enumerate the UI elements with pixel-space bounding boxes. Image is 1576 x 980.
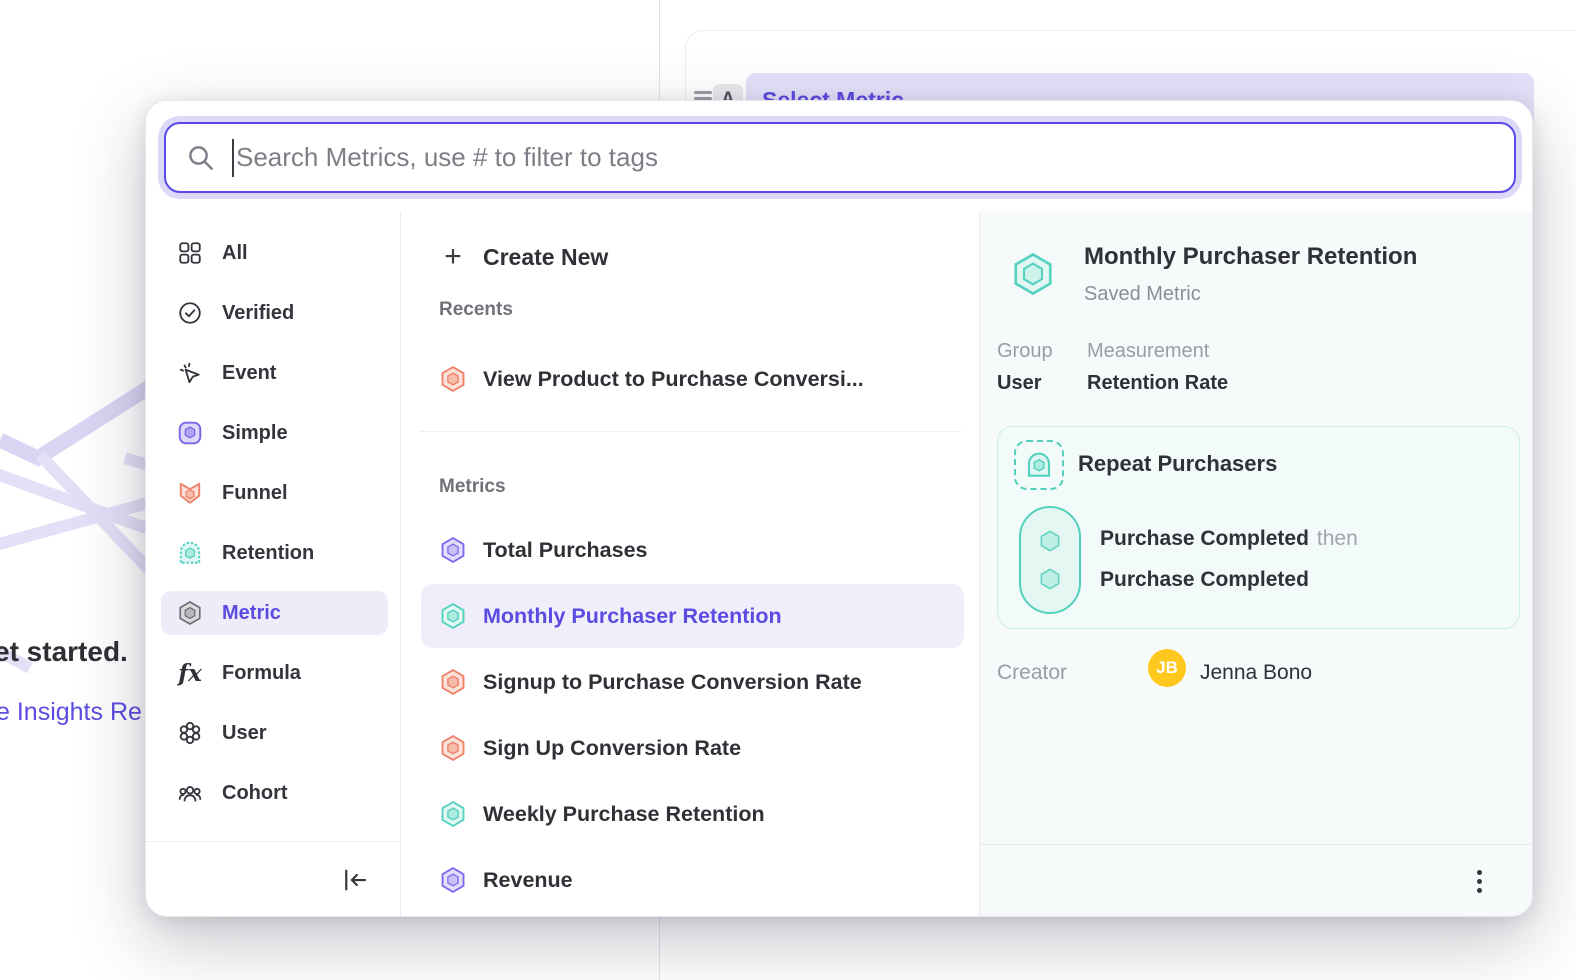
sidebar-item-label: Cohort [222, 782, 288, 805]
background-partial-insights-link[interactable]: e Insights Re [0, 698, 142, 727]
hexagon-teal-icon [439, 602, 467, 630]
metric-item-total-purchases[interactable]: Total Purchases [421, 518, 964, 582]
sidebar-item-label: Formula [222, 662, 301, 685]
creator-avatar: JB [1148, 649, 1186, 687]
category-sidebar: All Verified [146, 211, 401, 917]
saved-metric-hexagon-icon [1010, 251, 1056, 302]
metric-item-signup-to-purchase-conversion-rate[interactable]: Signup to Purchase Conversion Rate [421, 650, 964, 714]
sidebar-item-funnel[interactable]: Funnel [161, 471, 388, 515]
hexagon-coral-icon [439, 734, 467, 762]
sidebar-item-label: Metric [222, 602, 281, 625]
measurement-label: Measurement [1087, 340, 1209, 363]
search-icon [186, 143, 216, 173]
create-new-button[interactable]: + Create New [439, 235, 963, 279]
metric-picker-modal: All Verified [145, 100, 1533, 917]
metrics-heading: Metrics [439, 476, 963, 502]
metric-list-column: + Create New Recents View Product to Pur… [401, 211, 979, 917]
sidebar-item-metric[interactable]: Metric [161, 591, 388, 635]
definition-name: Repeat Purchasers [1078, 451, 1277, 477]
cohort-icon [176, 779, 204, 807]
sidebar-footer [146, 841, 400, 917]
sidebar-item-label: All [222, 242, 248, 265]
sidebar-item-label: Funnel [222, 482, 288, 505]
search-box [164, 122, 1516, 193]
hexagon-purple-icon [439, 866, 467, 894]
sidebar-item-label: User [222, 722, 266, 745]
plus-icon: + [439, 240, 467, 274]
hexagon-coral-icon [439, 365, 467, 393]
retention-definition-icon [1014, 440, 1064, 490]
hexagon-teal-icon [439, 800, 467, 828]
retention-metric-icon [176, 539, 204, 567]
sidebar-item-label: Event [222, 362, 276, 385]
metric-item-monthly-purchaser-retention[interactable]: Monthly Purchaser Retention [421, 584, 964, 648]
sidebar-item-label: Verified [222, 302, 294, 325]
query-builder-row: A Select Metric [685, 30, 1576, 105]
grid-icon [176, 239, 204, 267]
hexagon-coral-icon [439, 668, 467, 696]
metric-detail-panel: Monthly Purchaser Retention Saved Metric… [979, 211, 1533, 917]
step-connector: then [1317, 527, 1358, 550]
step-hexagon-icon [1037, 528, 1063, 554]
sidebar-item-user[interactable]: User [161, 711, 388, 755]
user-cluster-icon [176, 719, 204, 747]
sidebar-item-formula[interactable]: fx Formula [161, 651, 388, 695]
creator-label: Creator [997, 661, 1067, 685]
recents-heading: Recents [439, 299, 963, 325]
search-field-halo [158, 116, 1522, 199]
sidebar-item-event[interactable]: Event [161, 351, 388, 395]
step-capsule [1019, 506, 1081, 614]
metric-hexagon-icon [176, 599, 204, 627]
detail-subtitle: Saved Metric [1084, 283, 1201, 306]
measurement-value: Retention Rate [1087, 372, 1228, 395]
step-hexagon-icon [1037, 566, 1063, 592]
funnel-metric-icon [176, 479, 204, 507]
background-partial-heading: et started. [0, 636, 128, 668]
verified-badge-icon [176, 299, 204, 327]
metric-item-sign-up-conversion-rate[interactable]: Sign Up Conversion Rate [421, 716, 964, 780]
sidebar-item-label: Simple [222, 422, 288, 445]
creator-name: Jenna Bono [1200, 661, 1312, 685]
sidebar-item-label: Retention [222, 542, 314, 565]
search-input[interactable] [232, 139, 1494, 177]
sidebar-item-simple[interactable]: Simple [161, 411, 388, 455]
more-options-icon[interactable] [1464, 865, 1494, 899]
hexagon-purple-icon [439, 536, 467, 564]
sidebar-item-retention[interactable]: Retention [161, 531, 388, 575]
definition-step-2: Purchase Completed [1100, 568, 1309, 592]
sidebar-item-all[interactable]: All [161, 231, 388, 275]
cursor-click-icon [176, 359, 204, 387]
sidebar-item-verified[interactable]: Verified [161, 291, 388, 335]
recent-metric-item[interactable]: View Product to Purchase Conversi... [439, 357, 963, 401]
metric-item-weekly-purchase-retention[interactable]: Weekly Purchase Retention [421, 782, 964, 846]
list-divider [419, 431, 962, 432]
sidebar-item-cohort[interactable]: Cohort [161, 771, 388, 815]
metric-item-revenue[interactable]: Revenue [421, 848, 964, 912]
metric-definition-card: Repeat Purchasers Purchase Completedthen… [997, 426, 1520, 629]
detail-footer [980, 844, 1533, 917]
formula-icon: fx [176, 659, 204, 687]
group-value: User [997, 372, 1041, 395]
group-label: Group [997, 340, 1053, 363]
definition-step-1: Purchase Completedthen [1100, 527, 1358, 551]
detail-title: Monthly Purchaser Retention [1084, 243, 1417, 271]
simple-metric-icon [176, 419, 204, 447]
collapse-left-icon[interactable] [338, 863, 372, 897]
